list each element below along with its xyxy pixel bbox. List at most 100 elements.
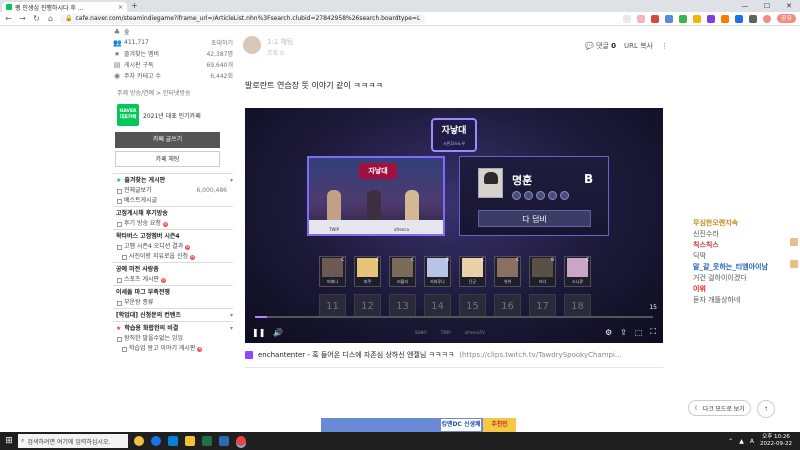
home-button[interactable]: ⌂ bbox=[46, 14, 55, 23]
menu-head[interactable]: 이세돌 마그 부족전쟁 bbox=[113, 285, 233, 298]
stat-label: 주차 카테고 수 bbox=[124, 73, 161, 80]
ad-banner[interactable]: 킹맨DC 신생쾌 추천인 bbox=[321, 418, 516, 432]
video-progress-track[interactable] bbox=[255, 316, 653, 318]
back-button[interactable]: ← bbox=[4, 14, 13, 23]
more-icon[interactable]: ⋮ bbox=[661, 42, 668, 50]
menu-item[interactable]: 후기 방송 요청 N bbox=[113, 219, 233, 229]
menu-head[interactable]: ★ 학습용 화합한의 비결 ▾ bbox=[113, 321, 233, 334]
share-icon[interactable] bbox=[622, 14, 631, 23]
invite-link[interactable]: 초대하기 bbox=[211, 38, 233, 47]
board-icon bbox=[117, 336, 122, 342]
extension-icon[interactable] bbox=[636, 14, 645, 23]
menu-item[interactable]: 학습업 왕고 이야기 게시판 N bbox=[113, 344, 233, 354]
cafe-topic-breadcrumb[interactable]: 주제 방송/연예 > 인터넷방송 bbox=[117, 88, 233, 97]
player-name: 명훈 bbox=[512, 174, 533, 187]
menu-head[interactable]: 고정게시채 후기방송 bbox=[113, 206, 233, 219]
chrome-active-icon[interactable] bbox=[236, 436, 246, 446]
sponsor-logo: TWIP bbox=[440, 330, 451, 335]
url-copy-button[interactable]: URL 복사 bbox=[624, 41, 653, 51]
video-player[interactable]: 자낳대 시즌2/스노우 자낳대 TWIP afreeca 명훈 B 다 덤비 C미… bbox=[245, 108, 663, 343]
banner-badge: 추천인 bbox=[483, 418, 516, 432]
clip-url[interactable]: (https://clips.twitch.tv/TawdrySpookyCha… bbox=[459, 351, 621, 359]
cafe-chat-button[interactable]: 카페 채팅 bbox=[115, 151, 220, 167]
menu-head[interactable]: 공예 미전 사랑좀 bbox=[113, 262, 233, 275]
app-icon[interactable] bbox=[219, 436, 229, 446]
profile-button[interactable]: 공유 bbox=[776, 14, 796, 23]
chat-username: 칙스칙스 bbox=[693, 241, 719, 249]
url-text[interactable]: cafe.naver.com/steamindiegame?iframe_url… bbox=[75, 15, 420, 22]
new-tab-button[interactable]: + bbox=[131, 1, 138, 10]
tray-chevron-icon[interactable]: ⌃ bbox=[728, 438, 733, 445]
close-window-button[interactable]: ✕ bbox=[778, 0, 800, 12]
tree-icon: ♣ bbox=[113, 27, 121, 36]
agent-icon bbox=[548, 191, 557, 200]
network-icon[interactable]: ▲ bbox=[739, 438, 744, 445]
extension-icon[interactable] bbox=[734, 14, 743, 23]
menu-head[interactable]: [학업대] 신청문의 컨텐츠 ▾ bbox=[113, 308, 233, 321]
excel-icon[interactable] bbox=[202, 436, 212, 446]
stat-row: ▤ 게시판 구독 69,640개 bbox=[113, 59, 233, 70]
share-icon[interactable]: ⇪ bbox=[620, 328, 627, 337]
comment-link[interactable]: 💬 댓글 0 bbox=[585, 41, 616, 51]
avatar[interactable] bbox=[243, 36, 261, 54]
extension-icon[interactable] bbox=[678, 14, 687, 23]
board-icon bbox=[117, 300, 122, 306]
menu-item-best[interactable]: 베스트게시글 bbox=[113, 196, 233, 206]
extension-icon[interactable] bbox=[720, 14, 729, 23]
maximize-button[interactable]: ☐ bbox=[756, 0, 778, 12]
board-icon bbox=[117, 277, 122, 283]
fullscreen-icon[interactable]: ⛶ bbox=[650, 327, 656, 337]
chrome-app-icon[interactable] bbox=[151, 436, 161, 446]
chat-username: 말_갈_웃하는_티엠아이남 bbox=[693, 263, 768, 271]
extension-icon[interactable] bbox=[706, 14, 715, 23]
clip-title[interactable]: enchantenter - 혹 들어온 디스에 자존심 상하신 엔젤님 ㅋㅋㅋ… bbox=[258, 350, 454, 360]
menu-item-all-posts[interactable]: 전체글보기 6,000,486 bbox=[113, 186, 233, 196]
write-post-button[interactable]: 카페 글쓰기 bbox=[115, 132, 220, 148]
minimize-button[interactable]: — bbox=[734, 0, 756, 12]
extension-icon[interactable] bbox=[664, 14, 673, 23]
weather-app-icon[interactable] bbox=[134, 436, 144, 446]
pause-icon[interactable]: ❚❚ bbox=[252, 328, 265, 337]
member-count[interactable]: 411,717 bbox=[124, 39, 149, 46]
file-explorer-icon[interactable] bbox=[185, 436, 195, 446]
volume-icon[interactable]: 🔊 bbox=[273, 328, 283, 337]
edge-app-icon[interactable] bbox=[168, 436, 178, 446]
browser-tab[interactable]: 펭 인생심 진행하시다 후 ... × bbox=[2, 2, 127, 12]
menu-item[interactable]: 고멤 시즌4 오디션 결과 N bbox=[113, 242, 233, 252]
windows-start-icon[interactable]: ⊞ bbox=[0, 436, 18, 446]
star-icon: ★ bbox=[113, 49, 121, 58]
menu-head-favorites[interactable]: ★ 즐겨찾는 게시판 ▾ bbox=[113, 173, 233, 186]
stat-value: 69,640개 bbox=[206, 62, 233, 69]
avatar-icon[interactable] bbox=[762, 14, 771, 23]
extension-icon[interactable] bbox=[692, 14, 701, 23]
puzzle-icon[interactable] bbox=[748, 14, 757, 23]
taskbar-search-placeholder[interactable]: 검색하려면 여기에 입력하십시오. bbox=[27, 437, 110, 446]
lock-icon[interactable]: 🔒 bbox=[65, 15, 72, 22]
agent-icons bbox=[512, 191, 569, 200]
taskbar-search[interactable]: ⌕ 검색하려면 여기에 입력하십시오. bbox=[18, 434, 128, 448]
scroll-top-button[interactable]: ↑ bbox=[757, 400, 775, 418]
board-icon bbox=[117, 188, 122, 194]
menu-item[interactable]: 사진이랑 지유로웁 신청 N bbox=[113, 252, 233, 262]
theater-mode-icon[interactable]: ⬚ bbox=[635, 328, 643, 337]
twitch-clip-link[interactable]: enchantenter - 혹 들어온 디스에 자존심 상하신 엔젤님 ㅋㅋㅋ… bbox=[245, 348, 663, 362]
menu-head[interactable]: 왁타버스 고정멤버 시즌4 bbox=[113, 229, 233, 242]
menu-item[interactable]: 부운왕 종류 bbox=[113, 298, 233, 308]
emote-icon bbox=[790, 260, 798, 268]
divider bbox=[245, 367, 663, 368]
tab-close-icon[interactable]: × bbox=[118, 4, 123, 11]
dark-mode-button[interactable]: ☾ 다크 모드로 보기 bbox=[688, 400, 751, 416]
menu-item[interactable]: 스포츠 게시판 N bbox=[113, 275, 233, 285]
menu-item[interactable]: 왕직한 말을수없는 잉잉 bbox=[113, 334, 233, 344]
slot-number: 14 bbox=[424, 294, 451, 318]
clock[interactable]: 오후 10:26 2022-09-22 bbox=[760, 434, 792, 448]
extension-icon[interactable] bbox=[650, 14, 659, 23]
forward-button[interactable]: → bbox=[18, 14, 27, 23]
settings-icon[interactable]: ⚙ bbox=[605, 328, 612, 337]
video-progress-fill[interactable] bbox=[255, 316, 267, 318]
address-bar[interactable]: 🔒 cafe.naver.com/steamindiegame?iframe_u… bbox=[60, 13, 426, 24]
language-indicator[interactable]: A bbox=[750, 438, 754, 445]
author-name[interactable]: 1:1 채팅 bbox=[267, 37, 293, 47]
slot-number: 17 bbox=[529, 294, 556, 318]
reload-button[interactable]: ↻ bbox=[32, 14, 41, 23]
